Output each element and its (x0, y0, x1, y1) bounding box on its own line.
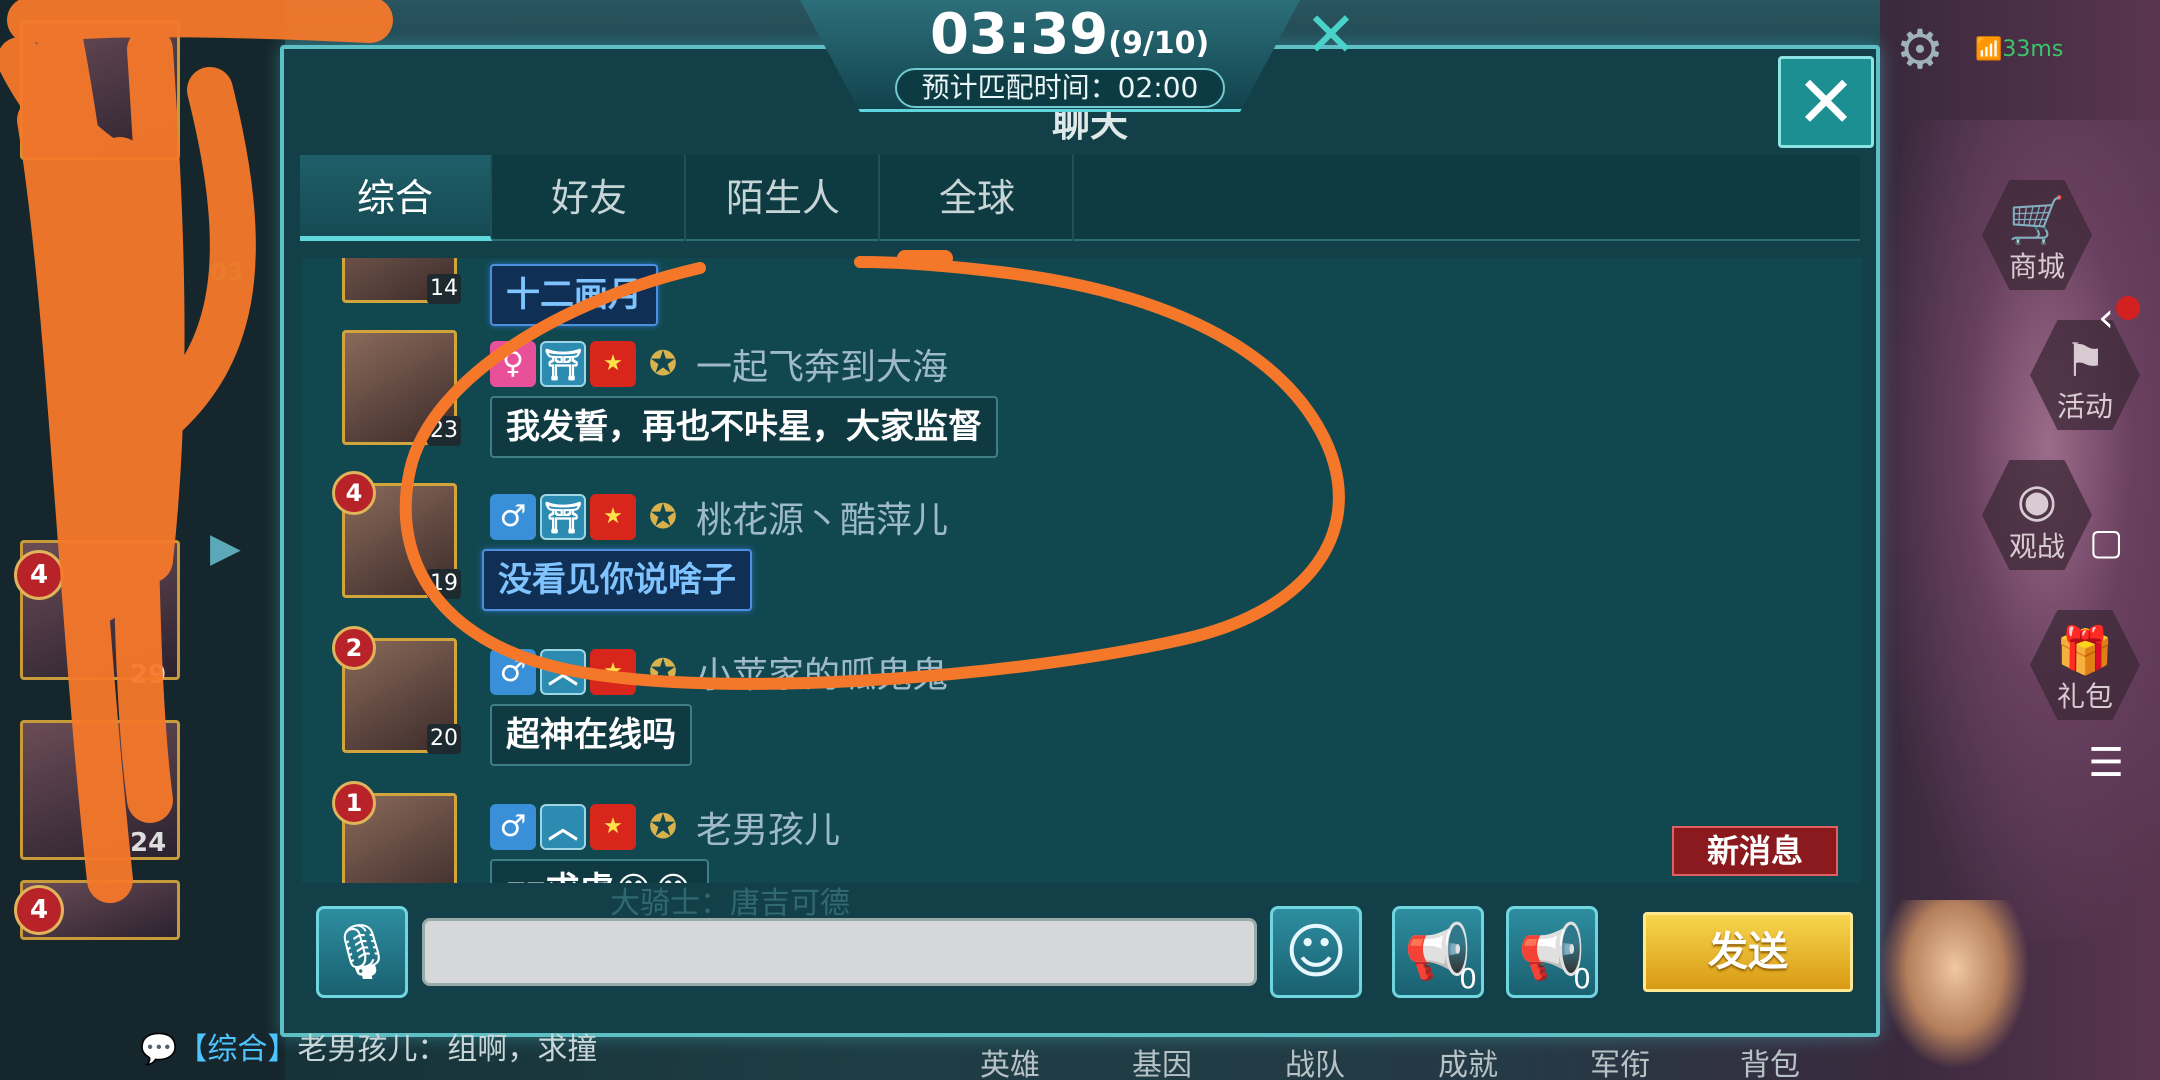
tab-global[interactable]: 全球 (882, 155, 1074, 241)
ping-value: 33ms (2002, 37, 2064, 62)
blue-horn-count: 0 (1573, 962, 1591, 995)
eta-label: 预计匹配时间： (921, 71, 1118, 104)
username[interactable]: 老男孩儿 (696, 801, 840, 853)
medal-icon: ✪ (648, 497, 678, 537)
microphone-button[interactable]: 🎙 (316, 906, 408, 998)
eta-value: 02:00 (1117, 71, 1199, 104)
gear-icon[interactable]: ⚙ (1890, 20, 1950, 80)
nav-genes[interactable]: 基因 (1122, 1040, 1202, 1080)
user-badges: ♂ ︿ ★ ✪ 老男孩儿 (490, 801, 840, 851)
channel-tag: 【综合】 (177, 1032, 298, 1067)
gold-horn-count: 0 (1459, 962, 1477, 995)
tab-friends[interactable]: 好友 (494, 155, 686, 241)
new-message-button[interactable]: 新消息 (1672, 826, 1838, 876)
avatar-level: 14 (427, 274, 461, 304)
left-hero-level: 29 (130, 660, 167, 690)
chat-message-list[interactable]: 14 十二画月 23 ♀ ⛩ ★ ✪ 一起飞奔到大海 我发誓，再也不咔星，大家监督 4 … (302, 258, 1862, 883)
left-rank-badge: 4 (14, 885, 64, 935)
user-badges: ♀ ⛩ ★ ✪ 一起飞奔到大海 (490, 338, 948, 388)
male-icon: ♂ (490, 804, 536, 850)
menu-icon[interactable]: ☰ (2078, 735, 2134, 791)
chat-input[interactable] (422, 918, 1257, 986)
left-panel: 4 4 29 24 03 ▶ (0, 0, 285, 1080)
china-flag-icon: ★ (590, 494, 636, 540)
blue-horn-button[interactable]: 📢 0 (1506, 906, 1598, 998)
medal-icon: ✪ (648, 807, 678, 847)
user-badges: ♂ ⛩ ★ ✪ 桃花源丶酷萍儿 (490, 491, 948, 541)
preview-text: 老男孩儿：组啊，求撞 (297, 1032, 598, 1067)
smiley-icon: ☺ (1284, 917, 1348, 987)
nav-bag[interactable]: 背包 (1730, 1040, 1810, 1080)
wifi-icon: 📶 (1975, 37, 2003, 62)
china-flag-icon: ★ (590, 341, 636, 387)
wifi-signal: 📶33ms (1975, 30, 2095, 70)
message-bubble: 没看见你说啥子 (482, 549, 752, 611)
estimated-match-time: 预计匹配时间：02:00 (895, 68, 1225, 108)
chat-tabs: 综合 好友 陌生人 全球 (300, 155, 1860, 241)
china-flag-icon: ★ (590, 804, 636, 850)
male-icon: ♂ (490, 649, 536, 695)
rank-badge: 2 (332, 626, 376, 670)
rank-icon: ⛩ (540, 494, 586, 540)
username[interactable]: 桃花源丶酷萍儿 (696, 491, 948, 543)
timer-value: 03:39 (930, 2, 1109, 67)
hero-portrait[interactable] (1880, 900, 2030, 1070)
tab-general[interactable]: 综合 (300, 155, 492, 241)
username[interactable]: 小苹家的呱鬼鬼 (696, 646, 948, 698)
medal-icon: ✪ (648, 652, 678, 692)
left-hero-level: 24 (130, 828, 167, 858)
tab-strangers[interactable]: 陌生人 (688, 155, 880, 241)
send-button[interactable]: 发送 (1643, 912, 1853, 992)
male-icon: ♂ (490, 494, 536, 540)
china-flag-icon: ★ (590, 649, 636, 695)
nav-heroes[interactable]: 英雄 (970, 1040, 1050, 1080)
female-icon: ♀ (490, 341, 536, 387)
left-hero-card[interactable] (20, 20, 180, 160)
username[interactable]: 一起飞奔到大海 (696, 338, 948, 390)
message-bubble: 我发誓，再也不咔星，大家监督 (490, 396, 998, 458)
nav-achievements[interactable]: 成就 (1428, 1040, 1508, 1080)
rank-badge: 4 (332, 471, 376, 515)
rank-icon: ︿ (540, 804, 586, 850)
gold-horn-button[interactable]: 📢 0 (1392, 906, 1484, 998)
left-rank-badge: 4 (14, 550, 64, 600)
rank-icon: ︿ (540, 649, 586, 695)
rank-badge: 1 (332, 781, 376, 825)
back-chevron-icon[interactable]: ‹ (2078, 290, 2134, 346)
avatar-level: 19 (427, 569, 461, 599)
cancel-match-icon[interactable]: ✕ (1305, 4, 1365, 66)
avatar-level: 23 (427, 416, 461, 446)
nav-team[interactable]: 战队 (1275, 1040, 1355, 1080)
match-timer: 03:39(9/10) (930, 2, 1209, 68)
chat-bubble-icon: 💬 (140, 1032, 178, 1067)
chat-input-bar: 🎙 ☺ 📢 0 📢 0 发送 (300, 888, 1860, 1013)
close-button[interactable]: ✕ (1778, 56, 1874, 148)
expand-arrow-icon[interactable]: ▶ (210, 525, 241, 571)
bottom-nav: 英雄 基因 战队 成就 军衔 背包 (940, 1040, 1820, 1080)
avatar-level: 20 (427, 724, 461, 754)
left-timer-fragment: 03 (210, 258, 244, 286)
emoji-button[interactable]: ☺ (1270, 906, 1362, 998)
player-count: (9/10) (1108, 26, 1210, 61)
nav-rank[interactable]: 军衔 (1580, 1040, 1660, 1080)
rank-icon: ⛩ (540, 341, 586, 387)
medal-icon: ✪ (648, 344, 678, 384)
message-bubble: 十二画月 (490, 264, 658, 326)
message-bubble: 超神在线吗 (490, 704, 692, 766)
user-badges: ♂ ︿ ★ ✪ 小苹家的呱鬼鬼 (490, 646, 948, 696)
bottom-chat-preview[interactable]: 💬【综合】老男孩儿：组啊，求撞 (140, 1024, 700, 1070)
microphone-icon: 🎙 (327, 920, 397, 983)
square-icon[interactable]: ▢ (2078, 515, 2134, 571)
